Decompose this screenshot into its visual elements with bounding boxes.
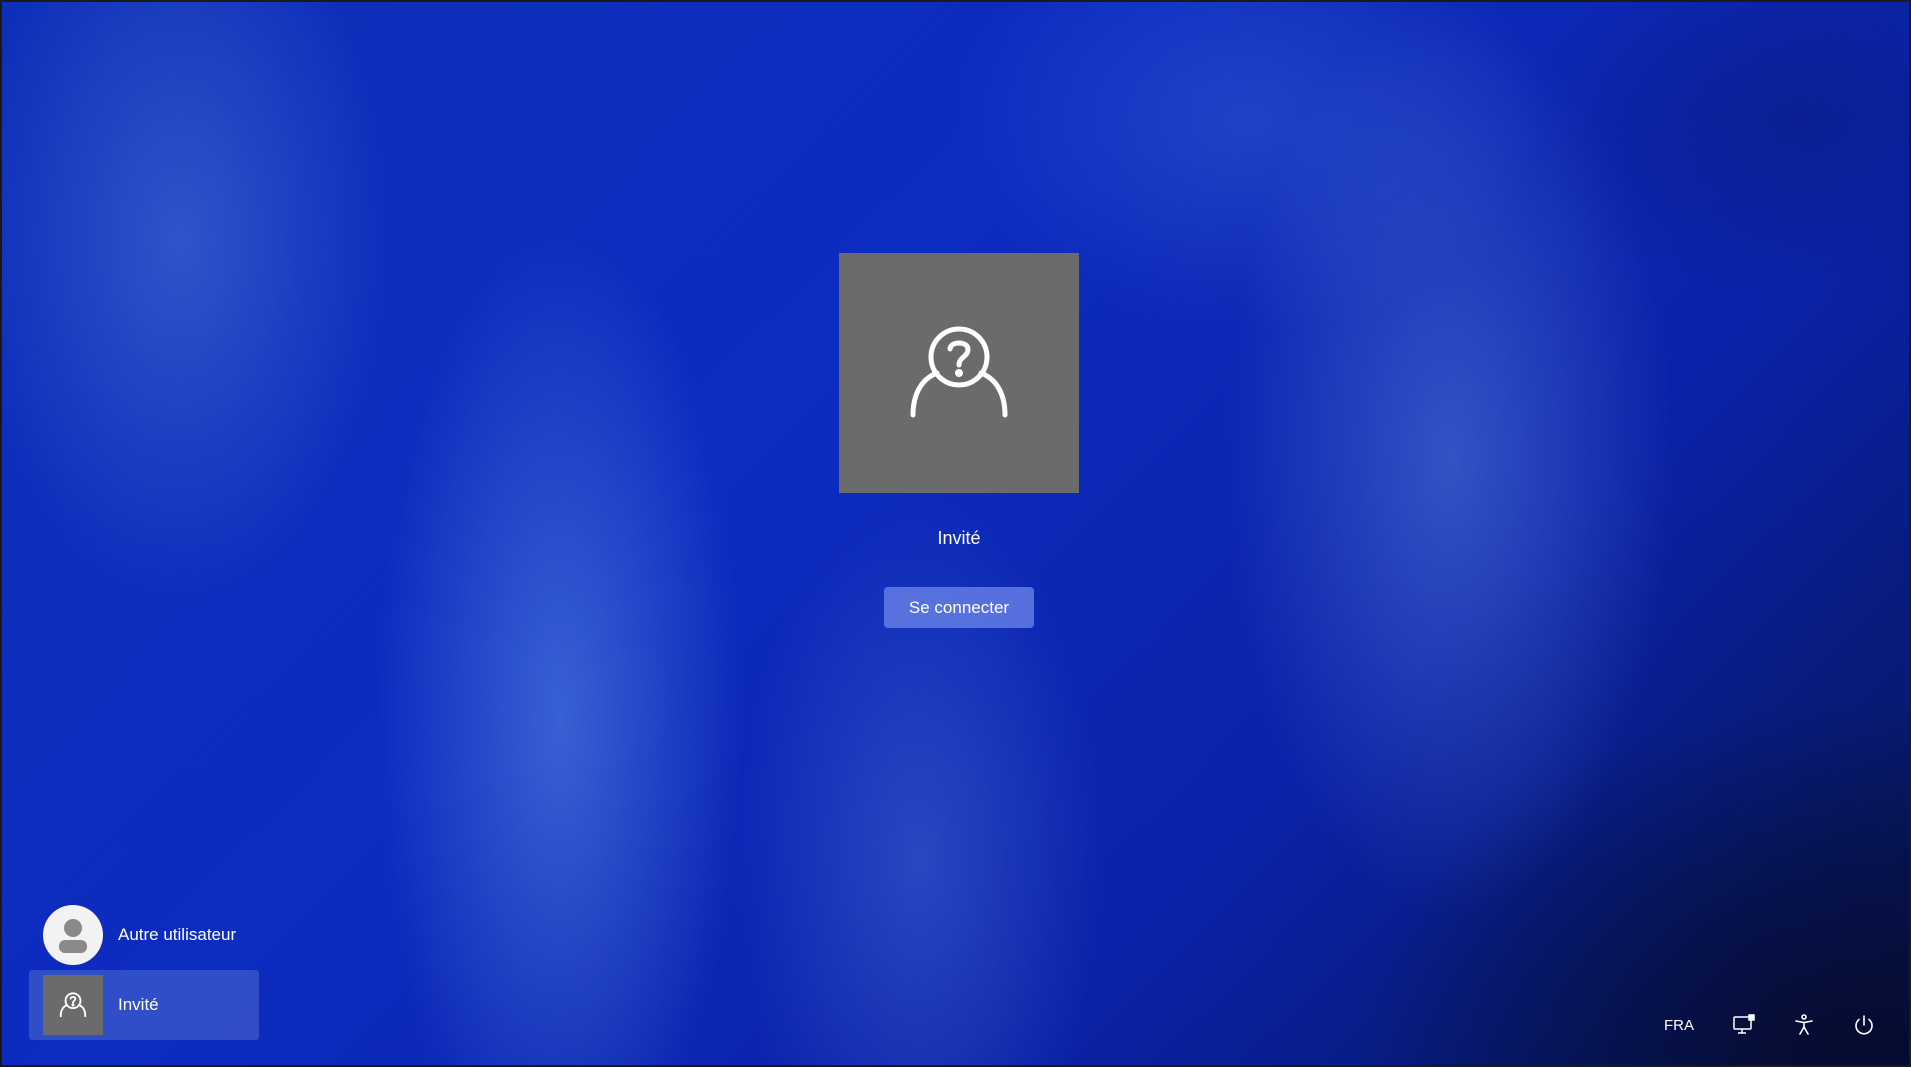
power-icon [1855, 1015, 1873, 1035]
user-item-guest[interactable]: Invité [29, 970, 259, 1040]
user-item-label: Invité [118, 995, 159, 1014]
network-button[interactable] [1729, 1005, 1759, 1045]
guest-user-icon [910, 326, 1008, 418]
guest-avatar [839, 253, 1079, 493]
language-indicator[interactable]: FRA [1659, 1005, 1699, 1045]
selected-user-name: Invité [937, 528, 981, 548]
lock-screen: Invité Se connecter Autre utilisateur In… [0, 0, 1911, 1067]
user-item-label: Autre utilisateur [118, 925, 237, 944]
default-user-avatar [43, 905, 103, 965]
system-tray: FRA [1659, 1005, 1879, 1045]
guest-user-icon [59, 992, 87, 1018]
user-item-other[interactable]: Autre utilisateur [29, 900, 259, 970]
power-button[interactable] [1849, 1005, 1879, 1045]
guest-user-avatar [43, 975, 103, 1035]
accessibility-button[interactable] [1789, 1005, 1819, 1045]
network-icon [1733, 1014, 1755, 1034]
sign-in-button[interactable]: Se connecter [884, 587, 1034, 628]
default-user-icon [59, 919, 87, 953]
user-list: Autre utilisateur Invité [29, 900, 259, 1040]
accessibility-icon [1795, 1014, 1813, 1035]
